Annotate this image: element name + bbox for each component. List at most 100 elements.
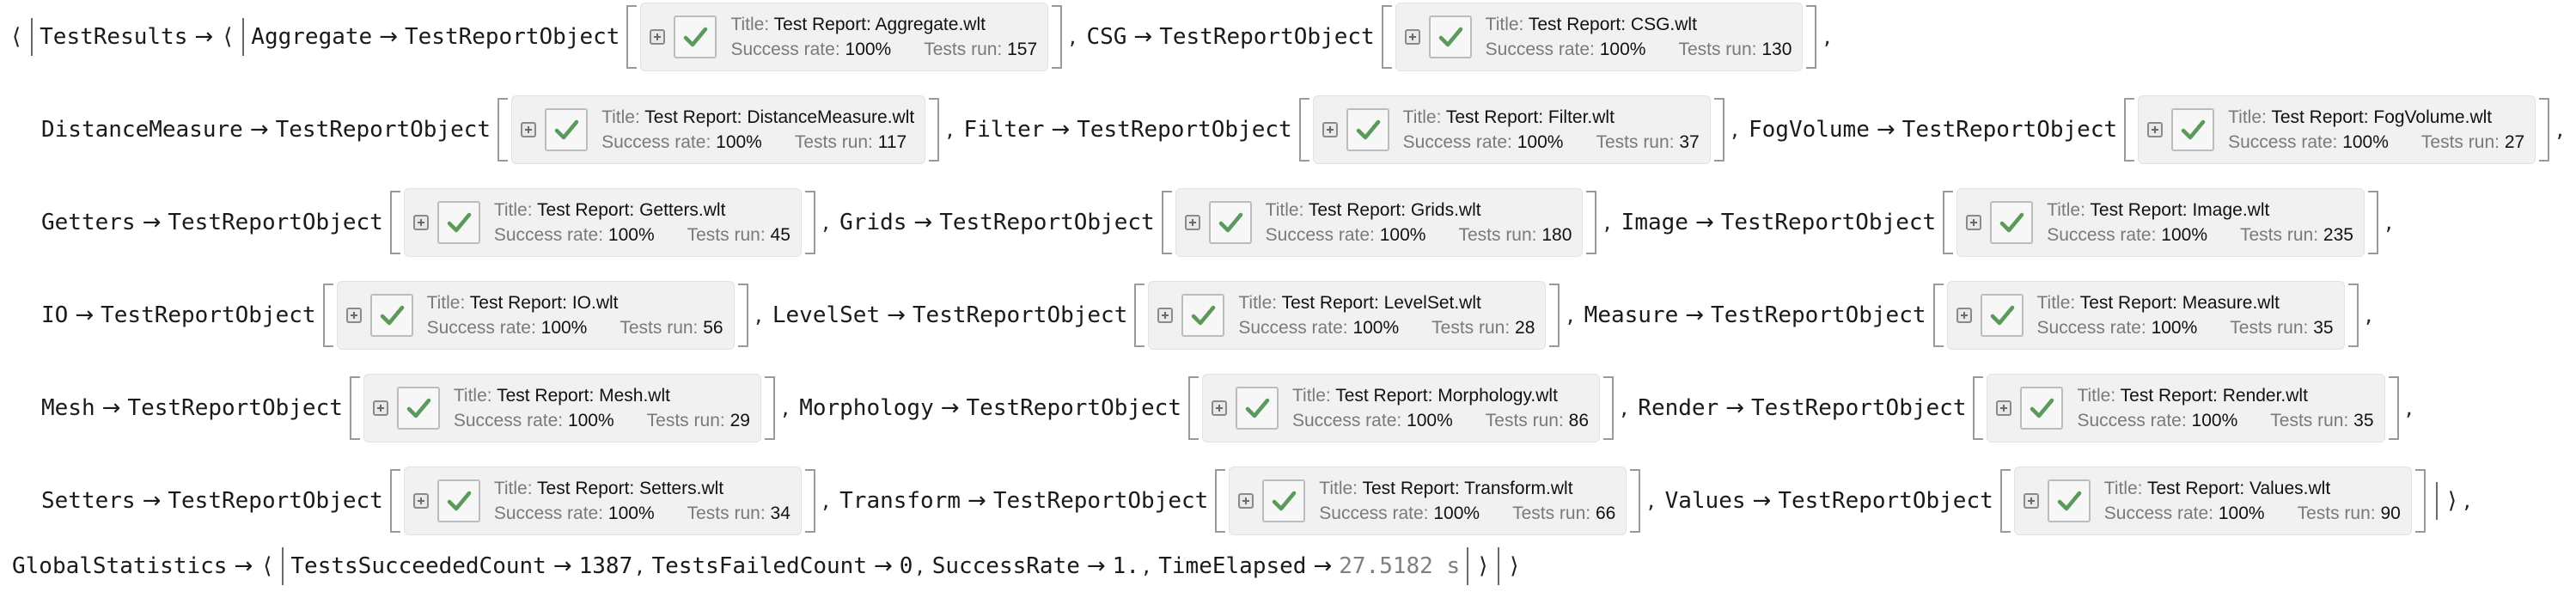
expand-icon[interactable] bbox=[2147, 122, 2164, 137]
bracket-close bbox=[804, 191, 815, 254]
rule-arrow: → bbox=[249, 117, 269, 143]
rule-arrow: → bbox=[142, 488, 162, 514]
report-stats-line: Success rate: 100% Tests run: 28 bbox=[1238, 315, 1535, 340]
expand-icon[interactable] bbox=[1966, 215, 1982, 230]
report-stats-line: Success rate: 100% Tests run: 37 bbox=[1403, 130, 1700, 155]
report-info: Title: Test Report: Morphology.wlt Succes… bbox=[1292, 383, 1589, 433]
expand-icon[interactable] bbox=[1211, 400, 1227, 416]
test-report-card[interactable]: Title: Test Report: DistanceMeasure.wlt S… bbox=[511, 95, 926, 164]
expand-icon[interactable] bbox=[1157, 308, 1174, 323]
report-title-line: Title: Test Report: Grids.wlt bbox=[1266, 198, 1572, 223]
rule-arrow: → bbox=[142, 210, 162, 235]
report-title: Test Report: Transform.wlt bbox=[1362, 479, 1573, 498]
test-report-card[interactable]: Title: Test Report: Values.wlt Success ra… bbox=[2013, 467, 2412, 535]
rule-arrow: → bbox=[913, 210, 933, 235]
report-info: Title: Test Report: Values.wlt Success ra… bbox=[2104, 476, 2401, 526]
report-head: TestReportObject bbox=[1901, 117, 2118, 143]
check-icon bbox=[545, 108, 589, 151]
report-title-line: Title: Test Report: Mesh.wlt bbox=[454, 383, 750, 408]
test-report-card[interactable]: Title: Test Report: IO.wlt Success rate: … bbox=[336, 281, 735, 350]
tests-run-label: Tests run: bbox=[794, 132, 873, 152]
comma: , bbox=[946, 117, 954, 143]
test-report-card[interactable]: Title: Test Report: FogVolume.wlt Success… bbox=[2138, 95, 2536, 164]
test-report-card[interactable]: Title: Test Report: Render.wlt Success ra… bbox=[1987, 374, 2385, 442]
test-report-card[interactable]: Title: Test Report: Mesh.wlt Success rate… bbox=[363, 374, 761, 442]
expand-icon[interactable] bbox=[1956, 308, 1972, 323]
tests-run-label: Tests run: bbox=[646, 411, 725, 430]
test-report-card[interactable]: Title: Test Report: Measure.wlt Success r… bbox=[1946, 281, 2345, 350]
expand-icon[interactable] bbox=[345, 308, 362, 323]
assoc-close: ⟩ bbox=[1479, 553, 1488, 579]
report-key: Values bbox=[1664, 488, 1746, 514]
report-key: Measure bbox=[1584, 302, 1679, 328]
report-info: Title: Test Report: Setters.wlt Success r… bbox=[494, 476, 791, 526]
expand-icon[interactable] bbox=[650, 29, 666, 45]
report-key: Transform bbox=[839, 488, 961, 514]
report-info: Title: Test Report: Transform.wlt Success… bbox=[1319, 476, 1615, 526]
expand-icon[interactable] bbox=[1322, 122, 1338, 137]
report-title-line: Title: Test Report: DistanceMeasure.wlt bbox=[601, 105, 914, 130]
report-stats-line: Success rate: 100% Tests run: 34 bbox=[494, 501, 791, 526]
expand-icon[interactable] bbox=[1238, 493, 1254, 509]
success-rate-value: 100% bbox=[845, 40, 892, 59]
stat-value: 1387 bbox=[578, 553, 633, 579]
report-stats-line: Success rate: 100% Tests run: 90 bbox=[2104, 501, 2401, 526]
success-rate-label: Success rate: bbox=[453, 411, 564, 430]
success-rate-label: Success rate: bbox=[2103, 503, 2213, 523]
test-report-card[interactable]: Title: Test Report: Aggregate.wlt Success… bbox=[640, 3, 1049, 71]
success-rate-value: 100% bbox=[1379, 225, 1426, 245]
rule-arrow: → bbox=[1313, 553, 1333, 579]
test-report-card[interactable]: Title: Test Report: Morphology.wlt Succes… bbox=[1201, 374, 1601, 442]
test-report-card[interactable]: Title: Test Report: Setters.wlt Success r… bbox=[403, 467, 802, 535]
bracket-close bbox=[737, 284, 748, 347]
test-report-card[interactable]: Title: Test Report: Getters.wlt Success r… bbox=[403, 188, 802, 257]
expand-icon[interactable] bbox=[2023, 493, 2039, 509]
report-title: Test Report: IO.wlt bbox=[469, 293, 619, 313]
report-stats-line: Success rate: 100% Tests run: 35 bbox=[2077, 408, 2373, 433]
test-report-card[interactable]: Title: Test Report: LevelSet.wlt Success … bbox=[1148, 281, 1547, 350]
success-rate-label: Success rate: bbox=[2047, 225, 2157, 245]
assoc-close: ⟩ bbox=[1510, 553, 1519, 579]
test-report-card[interactable]: Title: Test Report: CSG.wlt Success rate:… bbox=[1395, 3, 1804, 71]
report-title-line: Title: Test Report: IO.wlt bbox=[427, 290, 723, 315]
expand-icon[interactable] bbox=[412, 493, 429, 509]
expand-icon[interactable] bbox=[1996, 400, 2012, 416]
tests-run-label: Tests run: bbox=[687, 225, 766, 245]
report-stats-line: Success rate: 100% Tests run: 35 bbox=[2037, 315, 2334, 340]
tests-run-value: 157 bbox=[1007, 40, 1038, 59]
expand-icon[interactable] bbox=[521, 122, 537, 137]
assoc-open: ⟨ bbox=[12, 24, 21, 50]
expand-icon[interactable] bbox=[412, 215, 429, 230]
report-title: Test Report: Values.wlt bbox=[2146, 479, 2331, 498]
test-report-card[interactable]: Title: Test Report: Transform.wlt Success… bbox=[1229, 467, 1627, 535]
report-info: Title: Test Report: Mesh.wlt Success rate… bbox=[454, 383, 750, 433]
check-icon bbox=[2171, 108, 2215, 151]
test-report-card[interactable]: Title: Test Report: Image.wlt Success rat… bbox=[1956, 188, 2365, 257]
check-icon bbox=[2020, 387, 2064, 430]
check-icon bbox=[1346, 108, 1389, 151]
check-icon bbox=[1990, 201, 2034, 244]
assoc-bar bbox=[282, 547, 284, 585]
expand-icon[interactable] bbox=[372, 400, 388, 416]
rule-arrow: → bbox=[101, 395, 121, 421]
root-key: TestResults bbox=[40, 24, 188, 50]
check-icon bbox=[1428, 15, 1472, 58]
report-info: Title: Test Report: Aggregate.wlt Success… bbox=[730, 12, 1037, 62]
check-icon bbox=[1235, 387, 1279, 430]
report-key: Grids bbox=[839, 210, 907, 235]
comma: , bbox=[1142, 553, 1151, 579]
report-key: Getters bbox=[41, 210, 136, 235]
expand-icon[interactable] bbox=[1404, 29, 1420, 45]
stat-value: 1. bbox=[1112, 553, 1139, 579]
report-stats-line: Success rate: 100% Tests run: 56 bbox=[427, 315, 723, 340]
success-rate-value: 100% bbox=[2218, 503, 2265, 523]
bracket-open bbox=[2124, 98, 2135, 162]
expand-icon[interactable] bbox=[1184, 215, 1200, 230]
success-rate-label: Success rate: bbox=[2077, 411, 2187, 430]
success-rate-value: 100% bbox=[540, 318, 588, 338]
test-report-card[interactable]: Title: Test Report: Grids.wlt Success rat… bbox=[1175, 188, 1584, 257]
report-head: TestReportObject bbox=[966, 395, 1181, 421]
success-rate-value: 100% bbox=[716, 132, 762, 152]
tests-run-label: Tests run: bbox=[1458, 225, 1537, 245]
test-report-card[interactable]: Title: Test Report: Filter.wlt Success ra… bbox=[1312, 95, 1711, 164]
